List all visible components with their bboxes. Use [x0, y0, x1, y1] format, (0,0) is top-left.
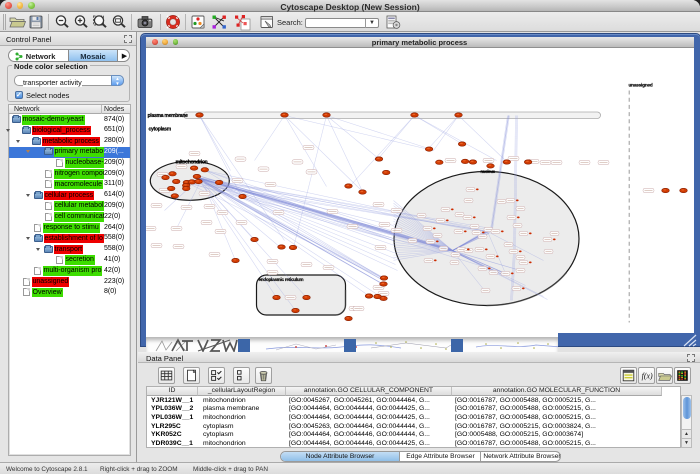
svg-text:endoplasmic reticulum: endoplasmic reticulum: [258, 277, 303, 282]
svg-text:nucleus: nucleus: [480, 169, 495, 174]
svg-text:plasma membrane: plasma membrane: [147, 113, 188, 119]
svg-text:unassigned: unassigned: [628, 83, 652, 88]
svg-text:f(x): f(x): [642, 372, 653, 381]
svg-text:cytoplasm: cytoplasm: [148, 127, 171, 133]
